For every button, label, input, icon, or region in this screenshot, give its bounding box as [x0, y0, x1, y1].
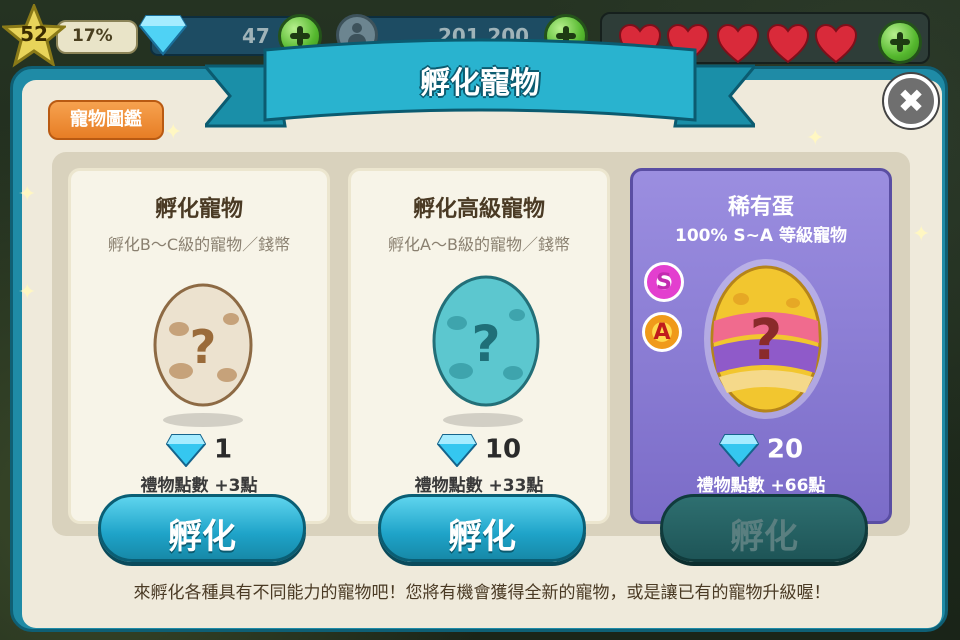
svg-text:?: ?: [190, 320, 217, 374]
diamond-icon: [718, 434, 759, 467]
close-button[interactable]: ✖: [884, 74, 938, 128]
premium-egg-icon: ?: [432, 275, 540, 407]
hatch-button-label: 孵化: [730, 517, 798, 557]
add-hearts-button[interactable]: [878, 20, 922, 64]
card-title: 孵化高級寵物: [412, 197, 545, 222]
gift-points: 禮物點數 +3點: [140, 476, 258, 496]
card-title: 稀有蛋: [727, 195, 794, 220]
hatch-rare-button[interactable]: 孵化: [660, 494, 868, 562]
card-subtitle: 孵化A～B級的寵物／錢幣: [388, 235, 570, 254]
svg-text:?: ?: [750, 308, 782, 373]
pet-catalog-button[interactable]: 寵物圖鑑: [48, 100, 164, 140]
sparkle-icon: ✦: [164, 120, 183, 145]
card-subtitle: 孵化B～C級的寵物／錢幣: [107, 235, 291, 254]
heart-icon: [814, 24, 858, 64]
s-grade-badge: S: [644, 262, 684, 302]
card-price: 1: [71, 433, 327, 467]
player-level: 52: [20, 22, 48, 46]
price-value: 20: [766, 434, 804, 465]
basic-egg-icon: ?: [153, 283, 253, 407]
sparkle-icon: ✦: [912, 222, 931, 247]
heart-icon: [766, 24, 810, 64]
diamond-icon: [436, 434, 477, 467]
gift-points: 禮物點數 +66點: [696, 476, 826, 496]
sparkle-icon: ✦: [18, 280, 37, 305]
egg-shadow: [443, 413, 523, 427]
hatch-button-label: 孵化: [448, 517, 516, 557]
rare-egg-icon: ?: [704, 259, 828, 419]
sparkle-icon: ✦: [18, 182, 37, 207]
card-subtitle: 100% S~A 等級寵物: [674, 226, 847, 246]
a-grade-badge: A: [642, 312, 682, 352]
egg-shadow: [163, 413, 243, 427]
hatch-premium-pet-card: 孵化高級寵物 孵化A～B級的寵物／錢幣 ? 10 禮物點數 +33點: [348, 168, 610, 524]
hatch-pet-card: 孵化寵物 孵化B～C級的寵物／錢幣 ? 1 禮物點數 +3點: [68, 168, 330, 524]
hatch-button[interactable]: 孵化: [378, 494, 586, 562]
diamond-icon: [138, 15, 188, 56]
hatch-button-label: 孵化: [168, 517, 236, 557]
card-price: 10: [351, 433, 607, 467]
diamond-icon: [165, 434, 206, 467]
price-value: 10: [484, 434, 522, 465]
gift-points: 禮物點數 +33點: [414, 476, 544, 496]
card-price: 20: [633, 433, 889, 467]
footer-description: 來孵化各種具有不同能力的寵物吧！您將有機會獲得全新的寵物，或是讓已有的寵物升級喔…: [133, 583, 831, 603]
page-title: 孵化寵物: [420, 66, 540, 101]
price-value: 1: [213, 434, 233, 465]
svg-text:?: ?: [471, 315, 500, 373]
xp-percent: 17%: [72, 26, 113, 46]
card-title: 孵化寵物: [154, 197, 243, 222]
sparkle-icon: ✦: [806, 126, 825, 151]
close-icon: ✖: [897, 82, 925, 120]
hatch-button[interactable]: 孵化: [98, 494, 306, 562]
